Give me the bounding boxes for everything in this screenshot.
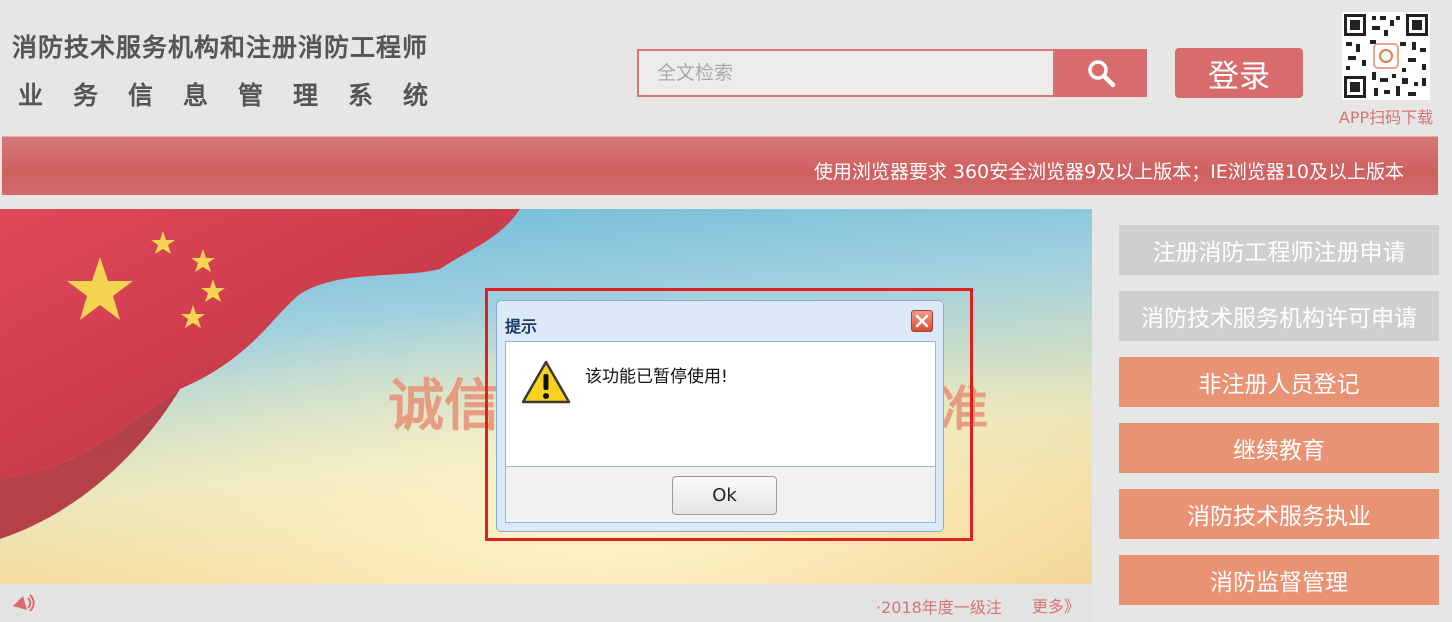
more-link[interactable]: 更多》	[1032, 593, 1080, 617]
alert-dialog: 提示 该功能已暂停使用! Ok	[496, 300, 944, 532]
browser-notice-text: 使用浏览器要求 360安全浏览器9及以上版本；IE浏览器10及以上版本	[813, 161, 1404, 183]
app-download-label[interactable]: APP扫码下载	[1322, 104, 1450, 128]
close-icon[interactable]	[911, 310, 933, 332]
dialog-footer: Ok	[505, 467, 936, 523]
sidebar-item-agency-license[interactable]: 消防技术服务机构许可申请	[1119, 291, 1439, 341]
dialog-body: 该功能已暂停使用!	[505, 341, 936, 467]
search-button[interactable]	[1055, 49, 1147, 97]
site-title-line2: 业务信息管理系统	[18, 81, 459, 110]
dialog-title: 提示	[505, 317, 538, 336]
browser-notice-bar: 使用浏览器要求 360安全浏览器9及以上版本；IE浏览器10及以上版本	[2, 136, 1438, 195]
warning-icon	[521, 360, 571, 404]
dialog-message: 该功能已暂停使用!	[585, 367, 728, 387]
site-title-line1: 消防技术服务机构和注册消防工程师	[12, 33, 429, 62]
search-box[interactable]	[637, 49, 1055, 97]
login-button[interactable]: 登录	[1175, 48, 1303, 98]
news-ticker: ·2018年度一级注 更多》	[0, 584, 1092, 622]
site-header: 消防技术服务机构和注册消防工程师 业务信息管理系统 登录	[0, 0, 1452, 132]
ok-button[interactable]: Ok	[672, 476, 777, 515]
search-input[interactable]	[639, 51, 1053, 95]
search-icon	[1088, 60, 1116, 88]
sidebar-item-nonregistered-registration[interactable]: 非注册人员登记	[1119, 357, 1439, 407]
banner-slogan-left: 诚信	[388, 374, 500, 439]
sidebar-item-supervision[interactable]: 消防监督管理	[1119, 555, 1439, 605]
sidebar-item-engineer-registration[interactable]: 注册消防工程师注册申请	[1119, 225, 1439, 275]
qr-code-icon	[1342, 12, 1430, 100]
sidebar-item-continuing-education[interactable]: 继续教育	[1119, 423, 1439, 473]
news-item-link[interactable]: ·2018年度一级注	[876, 594, 1002, 618]
sidebar-item-service-practice[interactable]: 消防技术服务执业	[1119, 489, 1439, 539]
speaker-icon	[13, 594, 35, 612]
